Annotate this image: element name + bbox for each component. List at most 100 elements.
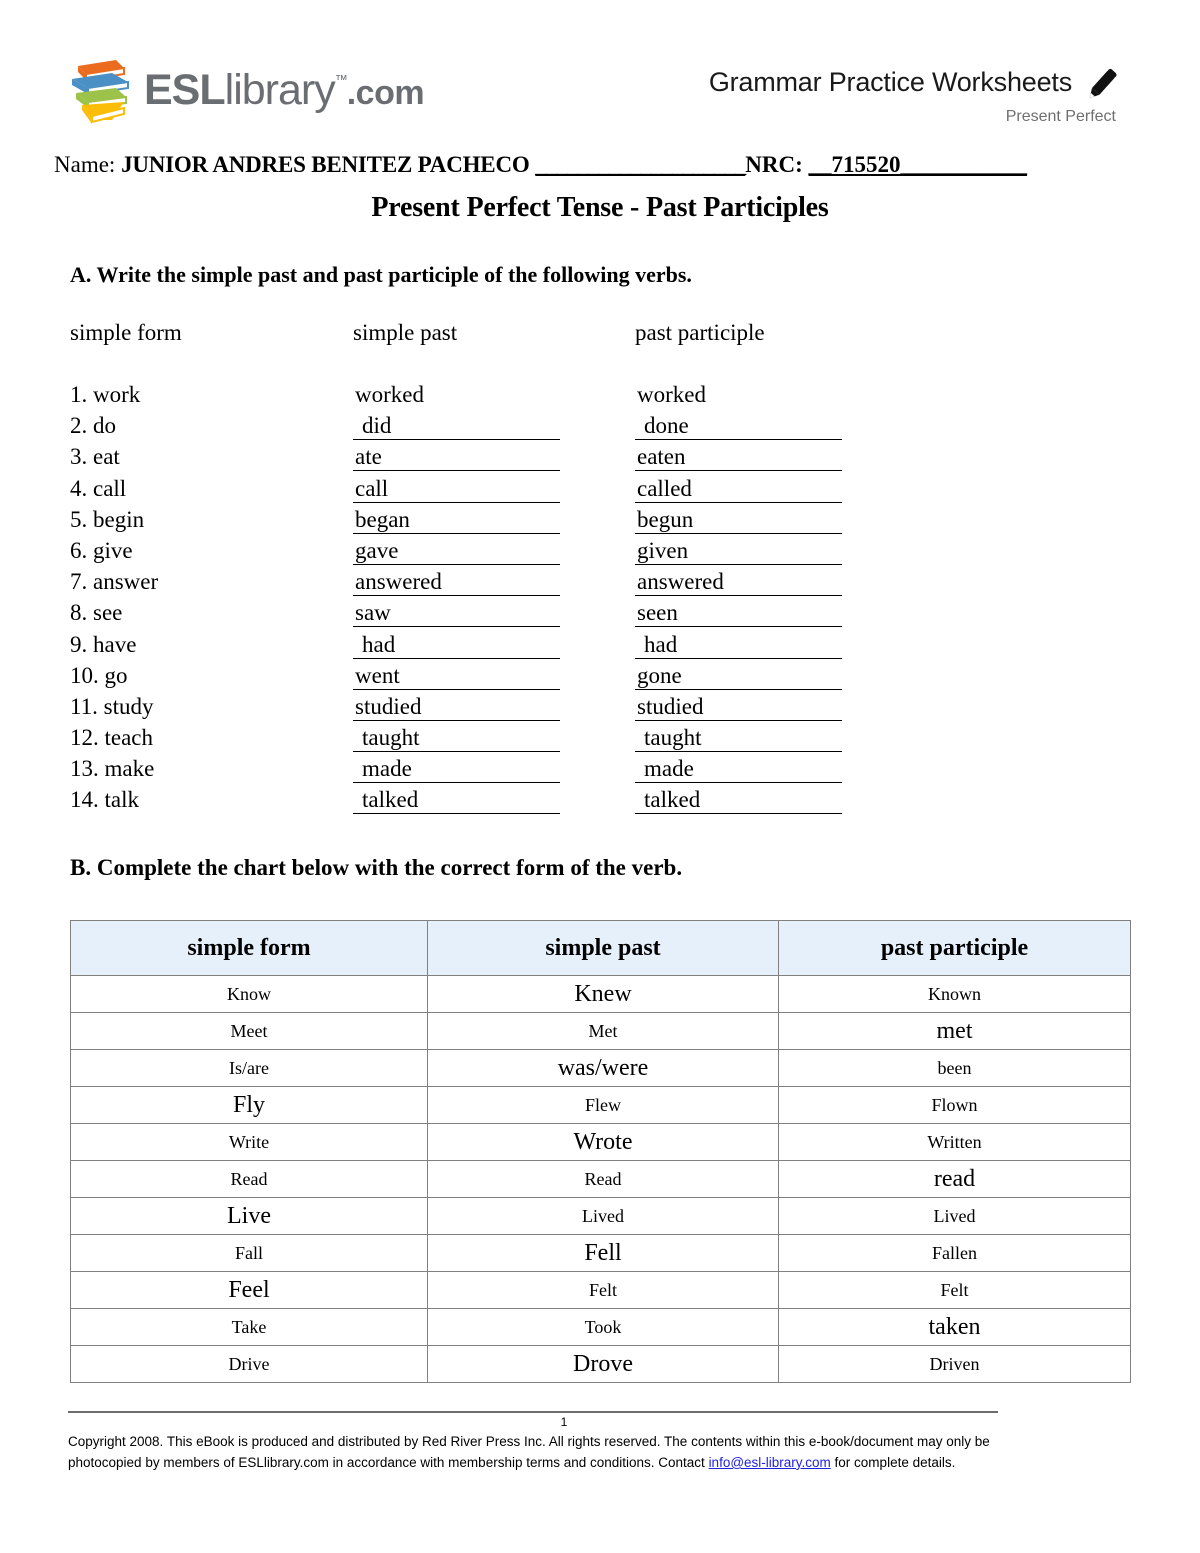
chart-cell-simple-form[interactable]: Is/are bbox=[70, 1049, 428, 1087]
student-name-value[interactable]: JUNIOR ANDRES BENITEZ PACHECO bbox=[121, 152, 530, 177]
name-line: Name: JUNIOR ANDRES BENITEZ PACHECO ____… bbox=[54, 152, 1094, 178]
verb-simple-form: 6. give bbox=[70, 537, 133, 563]
verb-row: 14. talk talked talked bbox=[70, 787, 1080, 818]
chart-cell-simple-past[interactable]: Felt bbox=[427, 1271, 779, 1309]
verb-past-participle-answer[interactable]: called bbox=[635, 476, 842, 503]
chart-cell-past-participle[interactable]: met bbox=[778, 1012, 1131, 1050]
verb-simple-past-answer[interactable]: saw bbox=[353, 600, 560, 628]
verb-simple-past-answer[interactable]: studied bbox=[353, 694, 560, 721]
verb-simple-past-answer[interactable]: talked bbox=[353, 787, 560, 815]
verb-row: 4. call call called bbox=[70, 476, 1080, 507]
chart-cell-simple-past[interactable]: Met bbox=[427, 1012, 779, 1050]
verb-simple-form: 9. have bbox=[70, 631, 137, 657]
verb-past-participle-answer[interactable]: given bbox=[635, 538, 842, 565]
verb-simple-form: 14. talk bbox=[70, 787, 139, 813]
verb-row: 5. begin began begun bbox=[70, 507, 1080, 538]
verb-simple-past-answer[interactable]: taught bbox=[353, 725, 560, 753]
chart-cell-past-participle[interactable]: read bbox=[778, 1160, 1131, 1198]
chart-cell-simple-form[interactable]: Write bbox=[70, 1123, 428, 1161]
chart-cell-past-participle[interactable]: Flown bbox=[778, 1086, 1131, 1124]
verb-row: 7. answer answered answered bbox=[70, 569, 1080, 600]
logo-esl-text: ESL bbox=[144, 65, 226, 114]
chart-cell-simple-form[interactable]: Fall bbox=[70, 1234, 428, 1272]
copyright-notice: Copyright 2008. This eBook is produced a… bbox=[68, 1432, 1018, 1474]
verb-past-participle-answer[interactable]: gone bbox=[635, 663, 842, 690]
table-row: Fly Flew Flown bbox=[70, 1086, 1131, 1124]
logo-library-text: library bbox=[224, 65, 336, 114]
worksheet-series-title: Grammar Practice Worksheets bbox=[708, 66, 1072, 97]
verb-simple-form: 8. see bbox=[70, 600, 123, 626]
verb-past-participle-answer[interactable]: talked bbox=[635, 787, 842, 815]
chart-cell-simple-past[interactable]: Fell bbox=[427, 1234, 779, 1272]
table-row: Drive Drove Driven bbox=[70, 1345, 1131, 1383]
chart-cell-simple-form[interactable]: Feel bbox=[70, 1271, 428, 1309]
verb-past-participle-answer[interactable]: made bbox=[635, 756, 842, 784]
verb-simple-form: 13. make bbox=[70, 756, 155, 782]
chart-cell-simple-past[interactable]: Lived bbox=[427, 1197, 779, 1235]
chart-cell-simple-past[interactable]: Took bbox=[427, 1308, 779, 1346]
verb-row: 10. go went gone bbox=[70, 663, 1080, 694]
verb-row: 8. see saw seen bbox=[70, 600, 1080, 631]
table-row: Is/are was/were been bbox=[70, 1049, 1131, 1087]
chart-cell-simple-form[interactable]: Know bbox=[70, 975, 428, 1013]
chart-cell-past-participle[interactable]: Lived bbox=[778, 1197, 1131, 1235]
chart-cell-simple-form[interactable]: Live bbox=[70, 1197, 428, 1235]
chart-cell-simple-form[interactable]: Take bbox=[70, 1308, 428, 1346]
verb-simple-past-answer[interactable]: did bbox=[353, 413, 560, 441]
chart-cell-past-participle[interactable]: Felt bbox=[778, 1271, 1131, 1309]
verb-past-participle-answer[interactable]: worked bbox=[635, 382, 842, 409]
verb-past-participle-answer[interactable]: eaten bbox=[635, 444, 842, 472]
table-row: Write Wrote Written bbox=[70, 1123, 1131, 1161]
verb-simple-past-answer[interactable]: made bbox=[353, 756, 560, 784]
nrc-value[interactable]: __715520___________ bbox=[809, 152, 1028, 177]
section-a-instruction: A. Write the simple past and past partic… bbox=[70, 262, 692, 287]
chart-cell-past-participle[interactable]: taken bbox=[778, 1308, 1131, 1346]
name-label: Name: bbox=[54, 152, 116, 177]
chart-cell-simple-past[interactable]: Drove bbox=[427, 1345, 779, 1383]
chart-cell-simple-form[interactable]: Read bbox=[70, 1160, 428, 1198]
verb-simple-past-answer[interactable]: went bbox=[353, 663, 560, 690]
chart-cell-simple-form[interactable]: Meet bbox=[70, 1012, 428, 1050]
chart-cell-simple-past[interactable]: Flew bbox=[427, 1086, 779, 1124]
verb-past-participle-answer[interactable]: taught bbox=[635, 725, 842, 753]
chart-cell-past-participle[interactable]: been bbox=[778, 1049, 1131, 1087]
section-a-column-headers: simple form simple past past participle bbox=[70, 320, 1070, 352]
verb-simple-past-answer[interactable]: worked bbox=[353, 382, 560, 409]
contact-email-link[interactable]: info@esl-library.com bbox=[709, 1455, 831, 1470]
copyright-text-part2: for complete details. bbox=[830, 1454, 956, 1470]
table-row: Feel Felt Felt bbox=[70, 1271, 1131, 1309]
verb-past-participle-answer[interactable]: seen bbox=[635, 600, 842, 628]
chart-cell-past-participle[interactable]: Fallen bbox=[778, 1234, 1131, 1272]
verb-past-participle-answer[interactable]: done bbox=[635, 413, 842, 441]
column-header-simple-past: simple past bbox=[353, 320, 458, 345]
chart-cell-simple-form[interactable]: Fly bbox=[70, 1086, 428, 1124]
chart-cell-simple-form[interactable]: Drive bbox=[70, 1345, 428, 1383]
verb-simple-form: 3. eat bbox=[70, 444, 120, 470]
verb-simple-past-answer[interactable]: gave bbox=[353, 538, 560, 565]
chart-cell-past-participle[interactable]: Known bbox=[778, 975, 1131, 1013]
chart-cell-simple-past[interactable]: was/were bbox=[427, 1049, 779, 1087]
chart-cell-past-participle[interactable]: Driven bbox=[778, 1345, 1131, 1383]
verb-past-participle-answer[interactable]: had bbox=[635, 632, 842, 659]
verb-row: 2. do did done bbox=[70, 413, 1080, 444]
verb-past-participle-answer[interactable]: studied bbox=[635, 694, 842, 721]
header-right-block: Grammar Practice Worksheets Present Perf… bbox=[709, 62, 1122, 126]
verb-simple-form: 2. do bbox=[70, 413, 116, 439]
chart-cell-simple-past[interactable]: Knew bbox=[427, 975, 779, 1013]
verb-simple-past-answer[interactable]: had bbox=[353, 632, 560, 659]
chart-cell-simple-past[interactable]: Read bbox=[427, 1160, 779, 1198]
verb-simple-past-answer[interactable]: began bbox=[353, 507, 560, 534]
verb-past-participle-answer[interactable]: answered bbox=[635, 569, 842, 597]
verb-simple-form: 5. begin bbox=[70, 506, 145, 532]
verb-simple-past-answer[interactable]: call bbox=[353, 476, 560, 503]
chart-cell-past-participle[interactable]: Written bbox=[778, 1123, 1131, 1161]
verb-simple-form: 1. work bbox=[70, 382, 141, 407]
verb-past-participle-answer[interactable]: begun bbox=[635, 507, 842, 534]
table-header-row: simple form simple past past participle bbox=[70, 920, 1131, 976]
column-header-simple-form: simple form bbox=[70, 320, 182, 345]
verb-simple-past-answer[interactable]: answered bbox=[353, 569, 560, 597]
page-header: ESLlibrary™.com Grammar Practice Workshe… bbox=[0, 0, 1200, 140]
chart-cell-simple-past[interactable]: Wrote bbox=[427, 1123, 779, 1161]
verb-simple-past-answer[interactable]: ate bbox=[353, 444, 560, 472]
name-blank-rule[interactable]: ____________________ bbox=[535, 152, 746, 177]
